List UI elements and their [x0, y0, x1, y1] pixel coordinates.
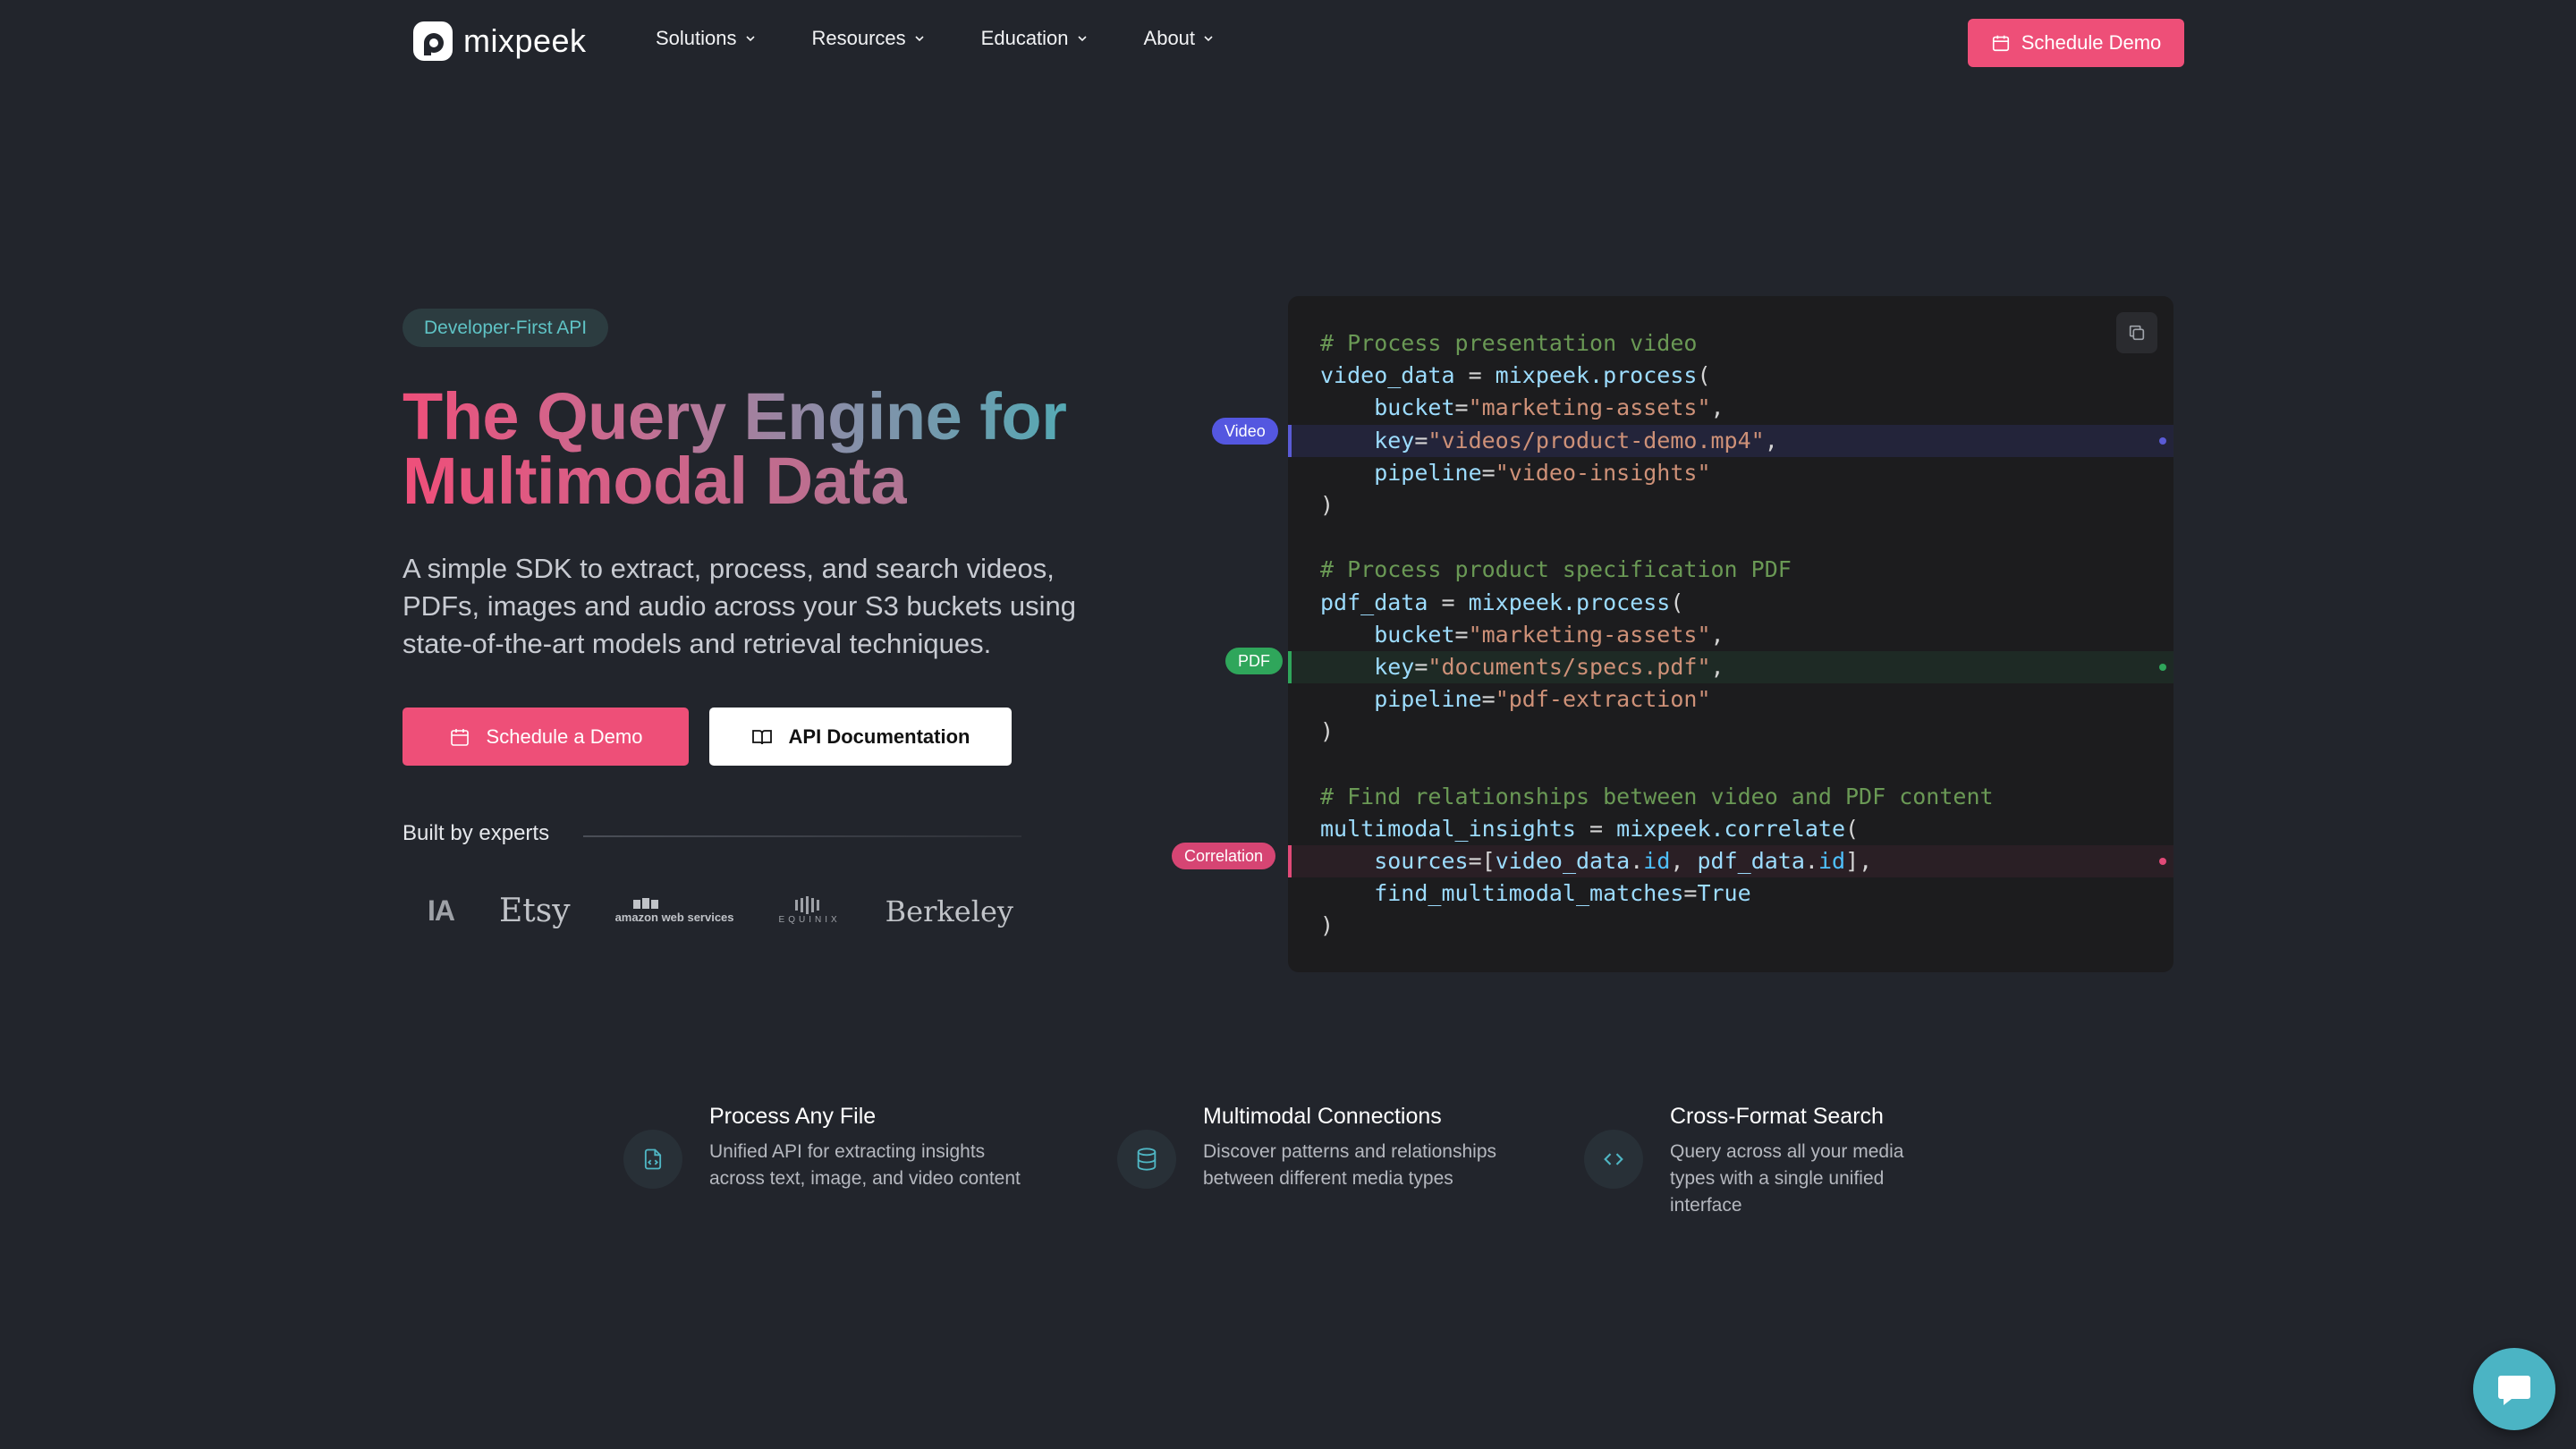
schedule-demo-button[interactable]: Schedule Demo	[1968, 19, 2184, 67]
menu-solutions[interactable]: Solutions	[656, 27, 757, 50]
chevron-down-icon	[1204, 36, 1213, 42]
code-block: # Process presentation video video_data …	[1288, 327, 2174, 943]
ia-logo: IA	[428, 894, 455, 927]
feature-description: Discover patterns and relationships betw…	[1203, 1141, 1497, 1189]
correlation-tag: Correlation	[1172, 843, 1276, 869]
code-line: # Find relationships between video and P…	[1320, 783, 1994, 809]
menu-about[interactable]: About	[1144, 27, 1216, 50]
code-line: bucket="marketing-assets",	[1320, 621, 1724, 648]
chevron-down-icon	[1077, 36, 1087, 42]
amazon-web-services-logo: amazon web services	[615, 898, 734, 924]
menu-label: Education	[980, 27, 1069, 49]
menu-label: Solutions	[656, 27, 737, 49]
equinix-mark-icon	[795, 895, 820, 914]
menu-education[interactable]: Education	[981, 27, 1089, 50]
partner-logos: IA Etsy amazon web services EQUINIX Berk…	[428, 893, 1058, 929]
menu-resources[interactable]: Resources	[812, 27, 926, 50]
code-line: bucket="marketing-assets",	[1320, 394, 1724, 421]
code-line: find_multimodal_matches=True	[1320, 880, 1751, 907]
chevron-down-icon	[745, 36, 755, 42]
feature-cross-format-search: Cross-Format Search Query across all you…	[1584, 1103, 1938, 1219]
built-by-experts-label: Built by experts	[402, 821, 550, 845]
brand-logo[interactable]: mixpeek	[411, 20, 587, 63]
divider	[583, 835, 1021, 837]
chevron-down-icon	[915, 36, 924, 42]
code-line: )	[1320, 718, 1335, 745]
equinix-logo: EQUINIX	[779, 895, 841, 927]
code-line: # Process presentation video	[1320, 330, 1698, 356]
chat-widget-button[interactable]	[2473, 1348, 2555, 1430]
schedule-a-demo-label: Schedule a Demo	[486, 724, 643, 748]
code-line-highlight-video: key="videos/product-demo.mp4",	[1288, 424, 2174, 457]
feature-title: Process Any File	[709, 1104, 877, 1129]
main-menu: Solutions Resources Education About	[656, 27, 1270, 50]
hero-subtext: A simple SDK to extract, process, and se…	[402, 553, 1076, 659]
aws-boxes-icon	[633, 898, 659, 909]
feature-multimodal-connections: Multimodal Connections Discover patterns…	[1117, 1103, 1498, 1192]
code-line: pipeline="pdf-extraction"	[1320, 686, 1711, 713]
calendar-icon	[1992, 35, 2009, 52]
feature-title: Multimodal Connections	[1203, 1104, 1442, 1129]
headline-line-2: Multimodal Data	[402, 444, 907, 518]
api-documentation-button[interactable]: API Documentation	[709, 708, 1012, 766]
video-tag: Video	[1212, 418, 1278, 445]
code-line-highlight-pdf: key="documents/specs.pdf",	[1288, 650, 2174, 684]
pdf-tag: PDF	[1225, 648, 1283, 674]
calendar-icon	[450, 728, 469, 746]
database-icon	[1117, 1130, 1176, 1189]
headline-line-1: The Query Engine for	[402, 379, 1067, 453]
mixpeek-logo-icon	[413, 21, 453, 61]
hero-headline: The Query Engine for Multimodal Data	[402, 384, 1208, 514]
menu-label: Resources	[811, 27, 906, 49]
brand-name: mixpeek	[463, 22, 587, 59]
code-example-panel: # Process presentation video video_data …	[1288, 296, 2174, 972]
schedule-a-demo-button[interactable]: Schedule a Demo	[402, 708, 689, 766]
code-line-highlight-correlation: sources=[video_data.id, pdf_data.id],	[1288, 845, 2174, 878]
code-brackets-icon	[1584, 1130, 1643, 1189]
code-line: pipeline="video-insights"	[1320, 459, 1711, 486]
api-documentation-label: API Documentation	[788, 724, 970, 748]
code-line: )	[1320, 491, 1335, 518]
book-open-icon	[751, 729, 772, 744]
feature-description: Query across all your media types with a…	[1670, 1141, 1904, 1216]
code-line: # Process product specification PDF	[1320, 556, 1792, 583]
chat-bubble-icon	[2498, 1376, 2530, 1405]
feature-description: Unified API for extracting insights acro…	[709, 1141, 1021, 1189]
schedule-demo-label: Schedule Demo	[2021, 31, 2162, 54]
code-line: )	[1320, 912, 1335, 939]
berkeley-logo: Berkeley	[885, 894, 1013, 928]
top-navigation: mixpeek Solutions Resources Education Ab…	[0, 0, 2576, 86]
feature-process-any-file: Process Any File Unified API for extract…	[623, 1103, 1031, 1192]
file-code-icon	[623, 1130, 682, 1189]
etsy-logo: Etsy	[499, 893, 571, 929]
code-line: multimodal_insights = mixpeek.correlate(	[1320, 815, 1860, 842]
feature-title: Cross-Format Search	[1670, 1104, 1884, 1129]
code-line: pdf_data = mixpeek.process(	[1320, 589, 1684, 615]
developer-badge: Developer-First API	[402, 309, 609, 347]
code-line: video_data = mixpeek.process(	[1320, 362, 1711, 389]
menu-label: About	[1143, 27, 1196, 49]
